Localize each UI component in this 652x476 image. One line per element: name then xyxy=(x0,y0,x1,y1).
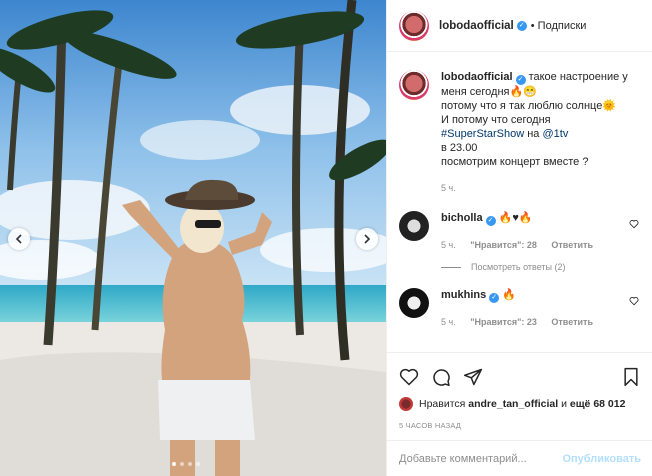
carousel-next-button[interactable] xyxy=(356,228,378,250)
view-replies-label: Посмотреть ответы (2) xyxy=(471,262,566,272)
fire-emoji-icon: 🔥 xyxy=(502,289,516,301)
sun-emoji-icon: 🌞 xyxy=(602,100,617,112)
likes-count[interactable]: ещё 68 012 xyxy=(570,398,626,410)
caption-username[interactable]: lobodaofficial xyxy=(441,71,513,83)
mention-link[interactable]: @1tv xyxy=(543,128,569,140)
comment-time[interactable]: 5 ч. xyxy=(441,240,456,250)
comment-likes[interactable]: "Нравится": 28 xyxy=(470,240,537,250)
comment-username[interactable]: bicholla xyxy=(441,212,483,224)
verified-icon: ✓ xyxy=(516,20,527,31)
view-replies-button[interactable]: Посмотреть ответы (2) xyxy=(441,262,652,272)
hashtag-link[interactable]: #SuperStarShow xyxy=(441,128,524,140)
carousel-dot xyxy=(180,462,184,466)
author-username[interactable]: lobodaofficial xyxy=(439,20,514,32)
share-icon[interactable] xyxy=(463,367,483,387)
add-comment-form: Опубликовать xyxy=(387,440,652,476)
action-icons xyxy=(399,365,641,389)
like-comment-heart-icon[interactable] xyxy=(629,219,639,229)
author-avatar[interactable] xyxy=(399,70,429,100)
comment-item: bicholla ✓ 🔥♥🔥 5 ч. "Нравится": 28 Ответи… xyxy=(387,195,652,252)
post-caption: lobodaofficial ✓ такое настроение у меня … xyxy=(387,58,652,195)
comment-time[interactable]: 5 ч. xyxy=(441,317,456,327)
author-avatar[interactable] xyxy=(399,10,429,41)
reply-button[interactable]: Ответить xyxy=(551,317,593,327)
carousel-prev-button[interactable] xyxy=(8,228,30,250)
commenter-avatar[interactable] xyxy=(399,211,429,241)
caption-line: меня сегодня xyxy=(441,86,510,98)
verified-icon: ✓ xyxy=(485,216,496,226)
heart-icon[interactable] xyxy=(399,367,419,387)
carousel-dot xyxy=(172,462,176,466)
comment-icon[interactable] xyxy=(431,367,451,387)
fire-emoji-icon: 🔥 xyxy=(498,212,513,224)
post-header: lobodaofficial ✓ • Подписки xyxy=(387,0,652,52)
post-side-panel: lobodaofficial ✓ • Подписки lobodaoffici… xyxy=(386,0,652,476)
comment-likes[interactable]: "Нравится": 23 xyxy=(470,317,537,327)
liker-avatar xyxy=(399,397,413,411)
likes-summary[interactable]: Нравится andre_tan_official и ещё 68 012 xyxy=(399,397,641,411)
chevron-right-icon xyxy=(364,234,371,244)
comment-input[interactable] xyxy=(399,452,563,465)
fire-emoji-icon: 🔥 xyxy=(518,212,533,224)
post-actions: Нравится andre_tan_official и ещё 68 012… xyxy=(387,352,652,430)
chevron-left-icon xyxy=(15,234,22,244)
verified-icon: ✓ xyxy=(515,75,526,85)
commenter-avatar[interactable] xyxy=(399,288,429,318)
fire-emoji-icon: 🔥 xyxy=(509,86,524,98)
bookmark-icon[interactable] xyxy=(621,367,641,387)
publish-button[interactable]: Опубликовать xyxy=(562,453,641,465)
grin-emoji-icon: 😁 xyxy=(523,86,537,98)
carousel-indicator xyxy=(172,462,200,466)
post-timestamp[interactable]: 5 ЧАСОВ НАЗАД xyxy=(399,421,641,430)
beach-photo-image xyxy=(0,0,386,476)
caption-word: на xyxy=(527,128,540,140)
likes-prefix: Нравится xyxy=(419,398,466,410)
caption-line: потому что я так люблю солнце xyxy=(441,100,603,112)
follow-status[interactable]: • Подписки xyxy=(531,20,587,32)
carousel-dot xyxy=(188,462,192,466)
like-comment-heart-icon[interactable] xyxy=(629,296,639,306)
caption-line: И потому что сегодня xyxy=(441,114,551,126)
caption-line: в 23.00 xyxy=(441,142,478,154)
post-photo[interactable] xyxy=(0,0,386,476)
comment-username[interactable]: mukhins xyxy=(441,289,486,301)
comment-item: mukhins ✓ 🔥 5 ч. "Нравится": 23 Ответить xyxy=(387,272,652,329)
caption-line: посмотрим концерт вместе ? xyxy=(441,156,589,168)
caption-time[interactable]: 5 ч. xyxy=(441,183,456,193)
verified-icon: ✓ xyxy=(489,293,500,303)
carousel-dot xyxy=(196,462,200,466)
comments-list[interactable]: lobodaofficial ✓ такое настроение у меня … xyxy=(387,58,652,350)
likes-mid: и xyxy=(561,398,567,410)
liker-username[interactable]: andre_tan_official xyxy=(468,398,558,410)
caption-line: такое настроение у xyxy=(528,71,628,83)
divider-line xyxy=(441,266,461,268)
reply-button[interactable]: Ответить xyxy=(551,240,593,250)
